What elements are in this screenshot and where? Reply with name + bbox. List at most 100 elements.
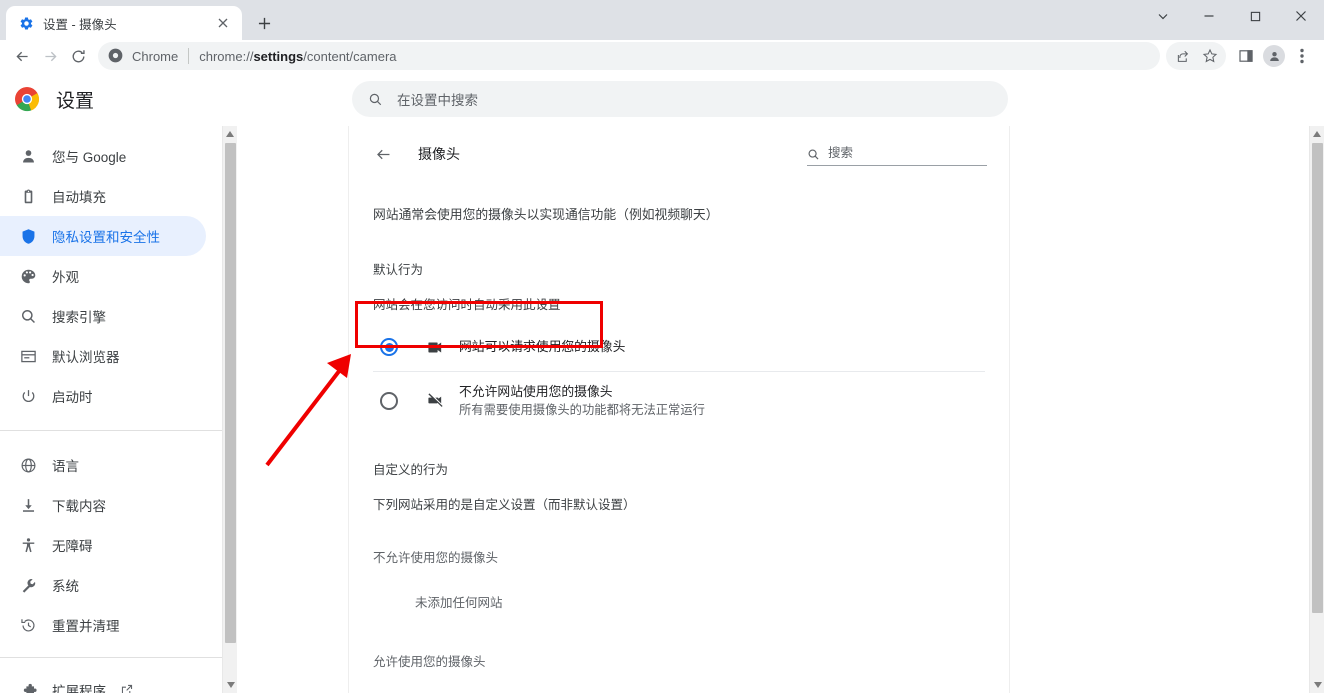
share-icon[interactable] <box>1168 42 1196 70</box>
scroll-up-arrow-icon[interactable] <box>1310 126 1324 142</box>
avatar-icon[interactable] <box>1260 42 1288 70</box>
sidebar-item-label: 启动时 <box>52 390 93 405</box>
sidebar-item-system[interactable]: 系统 <box>0 565 206 605</box>
radio-button-selected[interactable] <box>380 338 398 356</box>
page-scrollbar-thumb[interactable] <box>1312 143 1323 613</box>
custom-behavior-label: 自定义的行为 <box>373 463 449 477</box>
settings-gear-icon <box>18 15 34 31</box>
scroll-down-arrow-icon[interactable] <box>223 677 238 693</box>
sidebar-item-label: 自动填充 <box>52 190 106 205</box>
sidebar-item-label: 系统 <box>52 579 79 594</box>
sidebar-item-label: 外观 <box>52 270 79 285</box>
sidebar-item-on-startup[interactable]: 启动时 <box>0 376 206 416</box>
block-list-empty-text: 未添加任何网站 <box>415 596 503 610</box>
settings-body: 您与 Google 自动填充 隐私设置和安全性 外观 搜索引擎 默认浏览器 启动… <box>0 126 1324 693</box>
sidebar-item-label: 您与 Google <box>52 150 127 165</box>
external-link-icon <box>120 683 134 693</box>
shield-icon <box>18 228 38 245</box>
sidebar-item-label: 扩展程序 <box>52 684 106 693</box>
sidebar-item-downloads[interactable]: 下载内容 <box>0 485 206 525</box>
palette-icon <box>18 268 38 285</box>
content-gutter <box>237 126 348 693</box>
sidebar-item-languages[interactable]: 语言 <box>0 445 206 485</box>
camera-icon <box>424 339 446 356</box>
omnibox-scheme-label: Chrome <box>132 48 179 64</box>
sidebar-item-label: 无障碍 <box>52 539 93 554</box>
browser-tab-settings[interactable]: 设置 - 摄像头 <box>6 6 242 40</box>
globe-icon <box>18 457 38 474</box>
restore-icon <box>18 617 38 634</box>
browser-icon <box>18 348 38 365</box>
radio-button-unselected[interactable] <box>380 391 398 410</box>
radio-option-block-camera[interactable]: 不允许网站使用您的摄像头 所有需要使用摄像头的功能都将无法正常运行 <box>373 371 985 429</box>
default-behavior-subtitle: 网站会在您访问时自动采用此设置 <box>373 298 561 312</box>
sidebar-scrollbar[interactable] <box>222 126 237 693</box>
accessibility-icon <box>18 537 38 554</box>
close-icon[interactable] <box>214 14 232 32</box>
search-icon <box>18 308 38 325</box>
sidebar-item-label: 重置并清理 <box>52 619 120 634</box>
toolbar-actions <box>1166 42 1316 70</box>
radio-option-allow-camera[interactable]: 网站可以请求使用您的摄像头 <box>373 323 985 371</box>
sidebar-item-appearance[interactable]: 外观 <box>0 256 206 296</box>
minimize-icon[interactable] <box>1186 0 1232 32</box>
scroll-down-arrow-icon[interactable] <box>1310 677 1324 693</box>
card-body: 网站通常会使用您的摄像头以实现通信功能（例如视频聊天） 默认行为 网站会在您访问… <box>349 182 1009 693</box>
page-title: 设置 <box>56 90 95 112</box>
forward-arrow-icon[interactable] <box>36 42 64 70</box>
radio-option-title: 不允许网站使用您的摄像头 <box>459 383 613 399</box>
chevron-down-icon[interactable] <box>1140 0 1186 32</box>
chrome-icon <box>108 48 124 64</box>
wrench-icon <box>18 577 38 594</box>
browser-toolbar: Chrome chrome://settings/content/camera <box>0 40 1324 72</box>
sidebar-item-default-browser[interactable]: 默认浏览器 <box>0 336 206 376</box>
address-bar[interactable]: Chrome chrome://settings/content/camera <box>98 42 1160 70</box>
tab-title: 设置 - 摄像头 <box>43 17 117 32</box>
tab-strip: 设置 - 摄像头 <box>0 0 1324 40</box>
sidebar-item-reset-cleanup[interactable]: 重置并清理 <box>0 605 206 645</box>
omnibox-url: chrome://settings/content/camera <box>199 48 397 64</box>
toolbar-action-pill <box>1166 42 1226 70</box>
chrome-logo-icon <box>14 86 40 112</box>
close-icon[interactable] <box>1278 0 1324 32</box>
subpage-title: 摄像头 <box>418 146 460 162</box>
back-arrow-icon[interactable] <box>8 42 36 70</box>
star-icon[interactable] <box>1196 42 1224 70</box>
power-icon <box>18 388 38 405</box>
sidebar-item-autofill[interactable]: 自动填充 <box>0 176 206 216</box>
window-controls <box>1140 0 1324 32</box>
three-dot-menu-icon[interactable] <box>1288 42 1316 70</box>
puzzle-icon <box>18 682 38 693</box>
reload-icon[interactable] <box>64 42 92 70</box>
sidebar-item-label: 默认浏览器 <box>52 350 120 365</box>
sidebar-item-extensions[interactable]: 扩展程序 <box>0 670 206 693</box>
camera-description: 网站通常会使用您的摄像头以实现通信功能（例如视频聊天） <box>373 207 719 222</box>
subpage-search-input[interactable]: 搜索 <box>807 142 987 166</box>
sidebar-item-search-engine[interactable]: 搜索引擎 <box>0 296 206 336</box>
default-behavior-radio-group: 网站可以请求使用您的摄像头 不允许网站使用您的摄像头 所有需要使用摄像头的功能都… <box>373 323 985 429</box>
settings-search-placeholder: 在设置中搜索 <box>397 93 478 108</box>
new-tab-button[interactable] <box>250 9 278 37</box>
sidebar-divider-2 <box>0 657 222 658</box>
camera-settings-card: 摄像头 搜索 网站通常会使用您的摄像头以实现通信功能（例如视频聊天） 默认行为 … <box>348 126 1010 693</box>
side-panel-icon[interactable] <box>1232 42 1260 70</box>
search-icon <box>807 148 820 161</box>
scroll-up-arrow-icon[interactable] <box>223 126 237 142</box>
sidebar-item-privacy-security[interactable]: 隐私设置和安全性 <box>0 216 206 256</box>
page-scrollbar[interactable] <box>1309 126 1324 693</box>
sidebar-item-label: 搜索引擎 <box>52 310 106 325</box>
sidebar-item-label: 语言 <box>52 459 79 474</box>
radio-option-texts: 网站可以请求使用您的摄像头 <box>459 337 625 356</box>
settings-search-input[interactable]: 在设置中搜索 <box>352 81 1008 117</box>
back-arrow-icon[interactable] <box>373 144 393 164</box>
maximize-icon[interactable] <box>1232 0 1278 32</box>
sidebar-scrollbar-thumb[interactable] <box>225 143 236 643</box>
search-icon <box>368 92 383 107</box>
custom-behavior-subtitle: 下列网站采用的是自定义设置（而非默认设置） <box>373 498 636 512</box>
camera-off-icon <box>424 392 446 409</box>
allow-list-empty-text: 未添加任何网站 <box>373 670 985 693</box>
person-icon <box>18 148 38 165</box>
sidebar-item-accessibility[interactable]: 无障碍 <box>0 525 206 565</box>
sidebar-item-you-and-google[interactable]: 您与 Google <box>0 136 206 176</box>
content-right-gutter <box>1011 126 1309 693</box>
